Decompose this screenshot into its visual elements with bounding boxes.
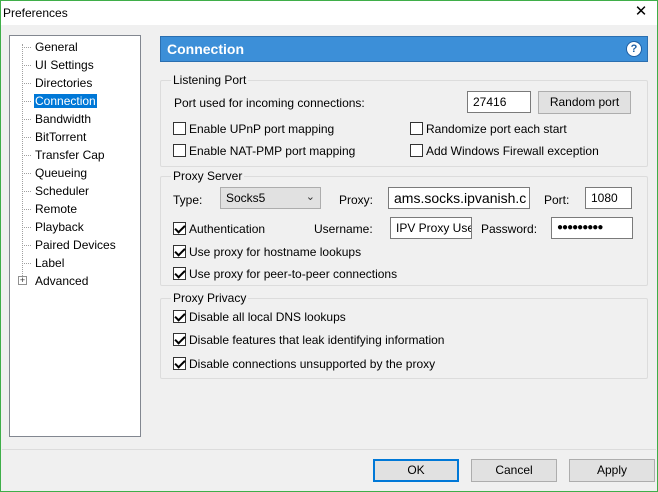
window-title: Preferences — [3, 6, 68, 20]
sidebar-item-label: Bandwidth — [35, 112, 92, 126]
port-input[interactable]: 27416 — [467, 91, 531, 113]
sidebar-item-label: Advanced — [35, 274, 89, 288]
dialog-footer: OK Cancel Apply — [2, 449, 656, 491]
proxy-hostname-checkbox[interactable] — [173, 245, 186, 258]
disable-leak-checkbox[interactable] — [173, 333, 186, 346]
sidebar-item-label: Playback — [35, 220, 84, 234]
disable-dns-checkbox[interactable] — [173, 310, 186, 323]
disable-unsupported-checkbox[interactable] — [173, 357, 186, 370]
sidebar-item-ui-settings[interactable]: UI Settings — [12, 57, 140, 73]
randomize-port-checkbox[interactable] — [410, 122, 423, 135]
group-title: Listening Port — [171, 73, 249, 87]
proxy-type-select[interactable]: Socks5 ⌄ — [220, 187, 321, 209]
expand-plus-icon[interactable]: + — [18, 276, 27, 285]
apply-button[interactable]: Apply — [569, 459, 655, 482]
proxy-port-label: Port: — [544, 193, 570, 207]
disable-unsupported-label: Disable connections unsupported by the p… — [189, 357, 436, 371]
password-label: Password: — [481, 222, 538, 236]
proxy-hostname-label: Use proxy for hostname lookups — [189, 245, 362, 259]
sidebar-item-bandwidth[interactable]: Bandwidth — [12, 111, 140, 127]
disable-dns-label: Disable all local DNS lookups — [189, 310, 346, 324]
preferences-window: Preferences ✕ General UI Settings Direct… — [0, 0, 658, 492]
random-port-button[interactable]: Random port — [538, 91, 631, 114]
firewall-exception-checkbox[interactable] — [410, 144, 423, 157]
port-label: Port used for incoming connections: — [174, 96, 365, 110]
sidebar-item-label: Scheduler — [35, 184, 90, 198]
sidebar-item-bittorrent[interactable]: BitTorrent — [12, 129, 140, 145]
section-header: Connection ? — [160, 36, 648, 62]
sidebar-item-label-category[interactable]: Label — [12, 255, 140, 271]
sidebar-item-label: Transfer Cap — [35, 148, 105, 162]
listening-port-group: Listening Port Port used for incoming co… — [160, 73, 648, 167]
help-icon[interactable]: ? — [626, 41, 642, 57]
sidebar-item-advanced[interactable]: + Advanced — [12, 273, 140, 289]
natpmp-checkbox[interactable] — [173, 144, 186, 157]
sidebar-item-playback[interactable]: Playback — [12, 219, 140, 235]
sidebar-item-queueing[interactable]: Queueing — [12, 165, 140, 181]
sidebar-item-directories[interactable]: Directories — [12, 75, 140, 91]
page-title: Connection — [167, 41, 244, 57]
proxy-privacy-group: Proxy Privacy Disable all local DNS look… — [160, 291, 648, 379]
proxy-type-label: Type: — [173, 193, 203, 207]
authentication-label: Authentication — [189, 222, 266, 236]
sidebar-item-label: Connection — [34, 94, 97, 108]
sidebar-item-label: Queueing — [35, 166, 88, 180]
password-input[interactable]: ●●●●●●●●● — [551, 217, 633, 239]
username-label: Username: — [314, 222, 373, 236]
sidebar-item-label: General — [35, 40, 78, 54]
proxy-p2p-checkbox[interactable] — [173, 267, 186, 280]
natpmp-label: Enable NAT-PMP port mapping — [189, 144, 356, 158]
sidebar-item-scheduler[interactable]: Scheduler — [12, 183, 140, 199]
group-title: Proxy Server — [171, 169, 245, 183]
sidebar-item-label: UI Settings — [35, 58, 94, 72]
group-title: Proxy Privacy — [171, 291, 249, 305]
sidebar-item-label: Label — [35, 256, 65, 270]
chevron-down-icon: ⌄ — [305, 191, 315, 203]
disable-leak-label: Disable features that leak identifying i… — [189, 333, 445, 347]
ok-button[interactable]: OK — [373, 459, 459, 482]
upnp-label: Enable UPnP port mapping — [189, 122, 335, 136]
proxy-p2p-label: Use proxy for peer-to-peer connections — [189, 267, 398, 281]
sidebar-item-connection[interactable]: Connection — [12, 93, 140, 109]
sidebar-item-general[interactable]: General — [12, 39, 140, 55]
sidebar-item-label: Remote — [35, 202, 78, 216]
sidebar-item-remote[interactable]: Remote — [12, 201, 140, 217]
close-icon[interactable]: ✕ — [633, 4, 649, 20]
cancel-button[interactable]: Cancel — [471, 459, 557, 482]
sidebar-item-transfer-cap[interactable]: Transfer Cap — [12, 147, 140, 163]
proxy-server-group: Proxy Server Type: Socks5 ⌄ Proxy: ams.s… — [160, 169, 648, 286]
sidebar-item-label: Directories — [35, 76, 93, 90]
proxy-port-input[interactable]: 1080 — [585, 187, 632, 209]
sidebar-item-paired-devices[interactable]: Paired Devices — [12, 237, 140, 253]
authentication-checkbox[interactable] — [173, 222, 186, 235]
category-tree: General UI Settings Directories Connecti… — [9, 35, 141, 437]
username-input[interactable]: IPV Proxy User — [390, 217, 472, 239]
randomize-port-label: Randomize port each start — [426, 122, 567, 136]
sidebar-item-label: Paired Devices — [35, 238, 116, 252]
proxy-host-label: Proxy: — [339, 193, 374, 207]
upnp-checkbox[interactable] — [173, 122, 186, 135]
proxy-host-input[interactable]: ams.socks.ipvanish.c — [388, 187, 530, 209]
title-bar: Preferences ✕ — [1, 1, 657, 25]
sidebar-item-label: BitTorrent — [35, 130, 87, 144]
proxy-type-value: Socks5 — [226, 191, 266, 205]
firewall-exception-label: Add Windows Firewall exception — [426, 144, 599, 158]
